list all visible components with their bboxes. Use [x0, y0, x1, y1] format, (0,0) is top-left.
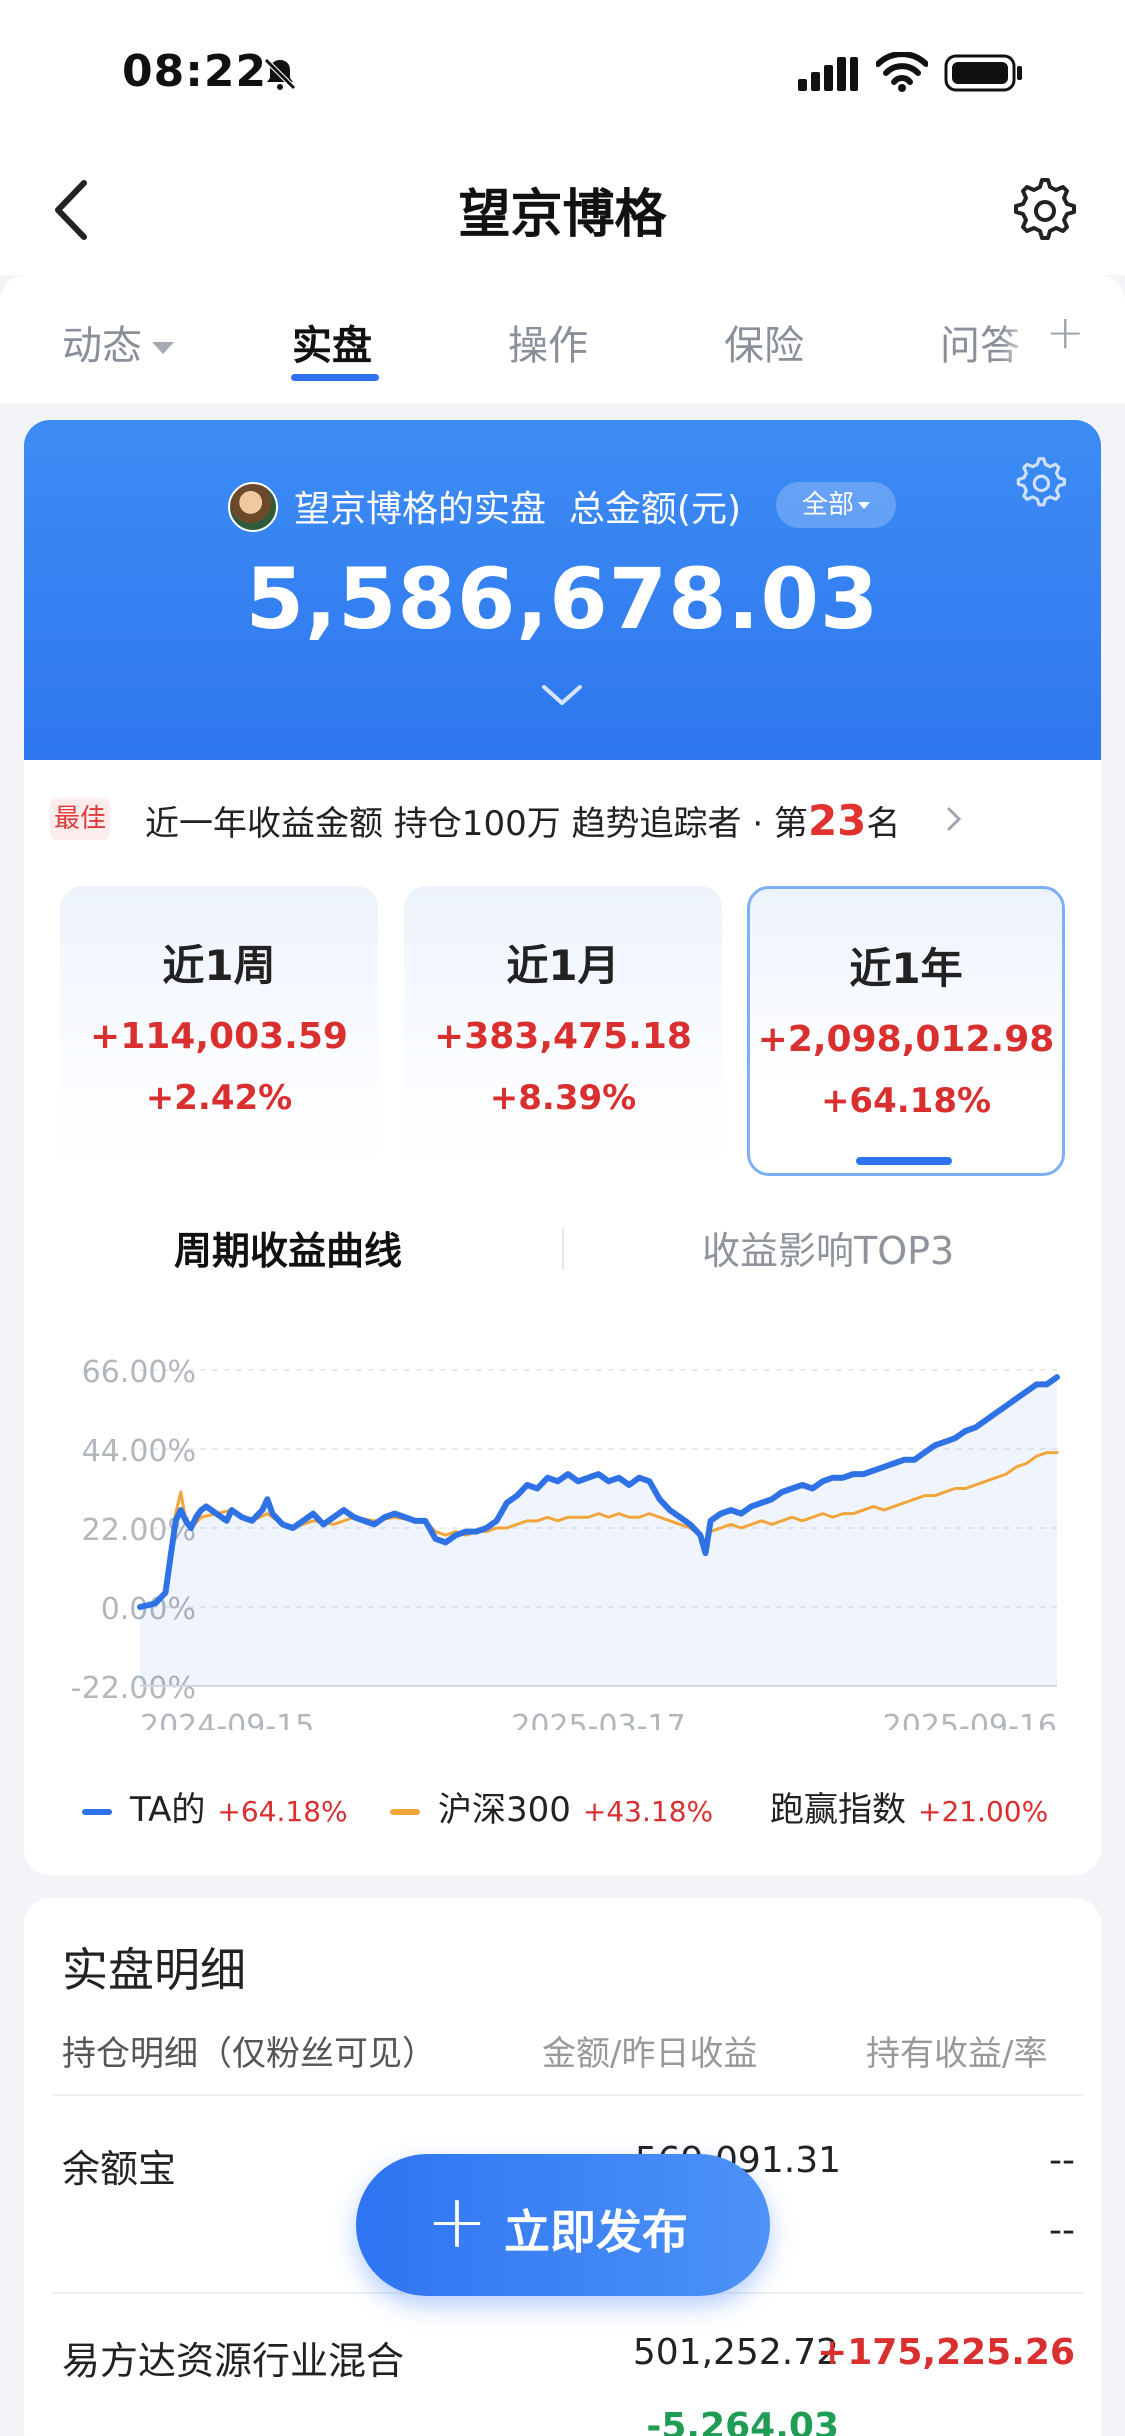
total-amount: 5,586,678.03	[245, 550, 880, 648]
return-line-chart: 66.00%44.00%22.00%0.00%-22.00%2024-09-15…	[71, 1355, 1060, 1730]
settings-gear-icon[interactable]	[1008, 174, 1076, 242]
publish-button[interactable]: + 立即发布	[356, 2154, 770, 2296]
status-time: 08:22	[122, 46, 268, 97]
tab-dongtai[interactable]: 动态	[62, 313, 174, 371]
legend-beat: 跑赢指数 +21.00%	[770, 1790, 1049, 1830]
ta-area	[140, 1377, 1057, 1686]
y-tick-label: 66.00%	[82, 1355, 196, 1390]
account-name-line: 望京博格的实盘 总金额(元)	[294, 489, 741, 530]
col-holdings: 持仓明细（仅粉丝可见）	[62, 2034, 436, 2074]
status-bar: 08:22	[0, 0, 1125, 150]
plus-icon: +	[426, 2179, 489, 2265]
ranking-line[interactable]: 近一年收益金额 持仓100万 趋势追踪者 · 第23名	[145, 796, 900, 845]
tab-fade	[1000, 295, 1040, 365]
x-tick-label: 2024-09-15	[140, 1709, 314, 1730]
selected-period-indicator	[856, 1157, 952, 1165]
legend-ta: TA的 +64.18%	[82, 1782, 348, 1831]
mute-bell-icon	[264, 58, 296, 90]
nav-bar: 望京博格	[0, 150, 1125, 275]
divider	[52, 2094, 1083, 2096]
tab-period-curve[interactable]: 周期收益曲线	[174, 1220, 402, 1275]
active-tab-indicator	[291, 374, 379, 381]
add-tab-plus-icon[interactable]: +	[1046, 305, 1085, 359]
x-tick-label: 2025-09-16	[883, 1709, 1057, 1730]
best-badge: 最佳	[50, 798, 110, 840]
period-card-week[interactable]: 近1周 +114,003.59 +2.42%	[60, 886, 378, 1176]
legend-swatch	[82, 1808, 112, 1815]
tab-top3[interactable]: 收益影响TOP3	[702, 1220, 954, 1275]
tab-caozuo[interactable]: 操作	[508, 313, 588, 371]
portfolio-settings-icon[interactable]	[1012, 454, 1066, 508]
rank-number: 23	[807, 796, 867, 845]
col-profit: 持有收益/率	[866, 2034, 1048, 2074]
wifi-icon	[876, 52, 928, 92]
back-arrow-icon[interactable]	[44, 175, 104, 245]
tab-bar: 动态 实盘 操作 保险 问答 +	[0, 275, 1125, 403]
tab-shipan[interactable]: 实盘	[292, 313, 372, 371]
chevron-right-icon	[947, 807, 962, 831]
expand-chevron-icon[interactable]	[540, 682, 584, 708]
chevron-down-icon	[858, 502, 870, 509]
signal-icon	[798, 57, 858, 91]
app-root: 08:22 望京博格 动态 实盘 操作 保险 问答 + 望京博格的实盘 总金额(…	[0, 0, 1125, 2436]
period-card-month[interactable]: 近1月 +383,475.18 +8.39%	[404, 886, 722, 1176]
page-title: 望京博格	[458, 185, 667, 245]
y-tick-label: 44.00%	[82, 1434, 196, 1469]
portfolio-card: 望京博格的实盘 总金额(元) 全部 5,586,678.03 最佳 近一年收益金…	[24, 420, 1101, 1875]
chevron-down-icon	[152, 342, 174, 354]
col-amount: 金额/昨日收益	[542, 2034, 758, 2074]
avatar[interactable]	[228, 482, 278, 532]
period-card-year[interactable]: 近1年 +2,098,012.98 +64.18%	[747, 886, 1065, 1176]
legend-index: 沪深300 +43.18%	[390, 1782, 713, 1831]
x-tick-label: 2025-03-17	[511, 1709, 685, 1730]
legend-swatch	[390, 1808, 420, 1815]
chart-tab-divider	[562, 1228, 564, 1270]
battery-icon	[944, 54, 1022, 92]
filter-dropdown[interactable]: 全部	[776, 482, 896, 528]
portfolio-hero: 望京博格的实盘 总金额(元) 全部 5,586,678.03	[24, 420, 1101, 760]
detail-title: 实盘明细	[62, 1943, 246, 1997]
tab-baoxian[interactable]: 保险	[724, 313, 804, 371]
